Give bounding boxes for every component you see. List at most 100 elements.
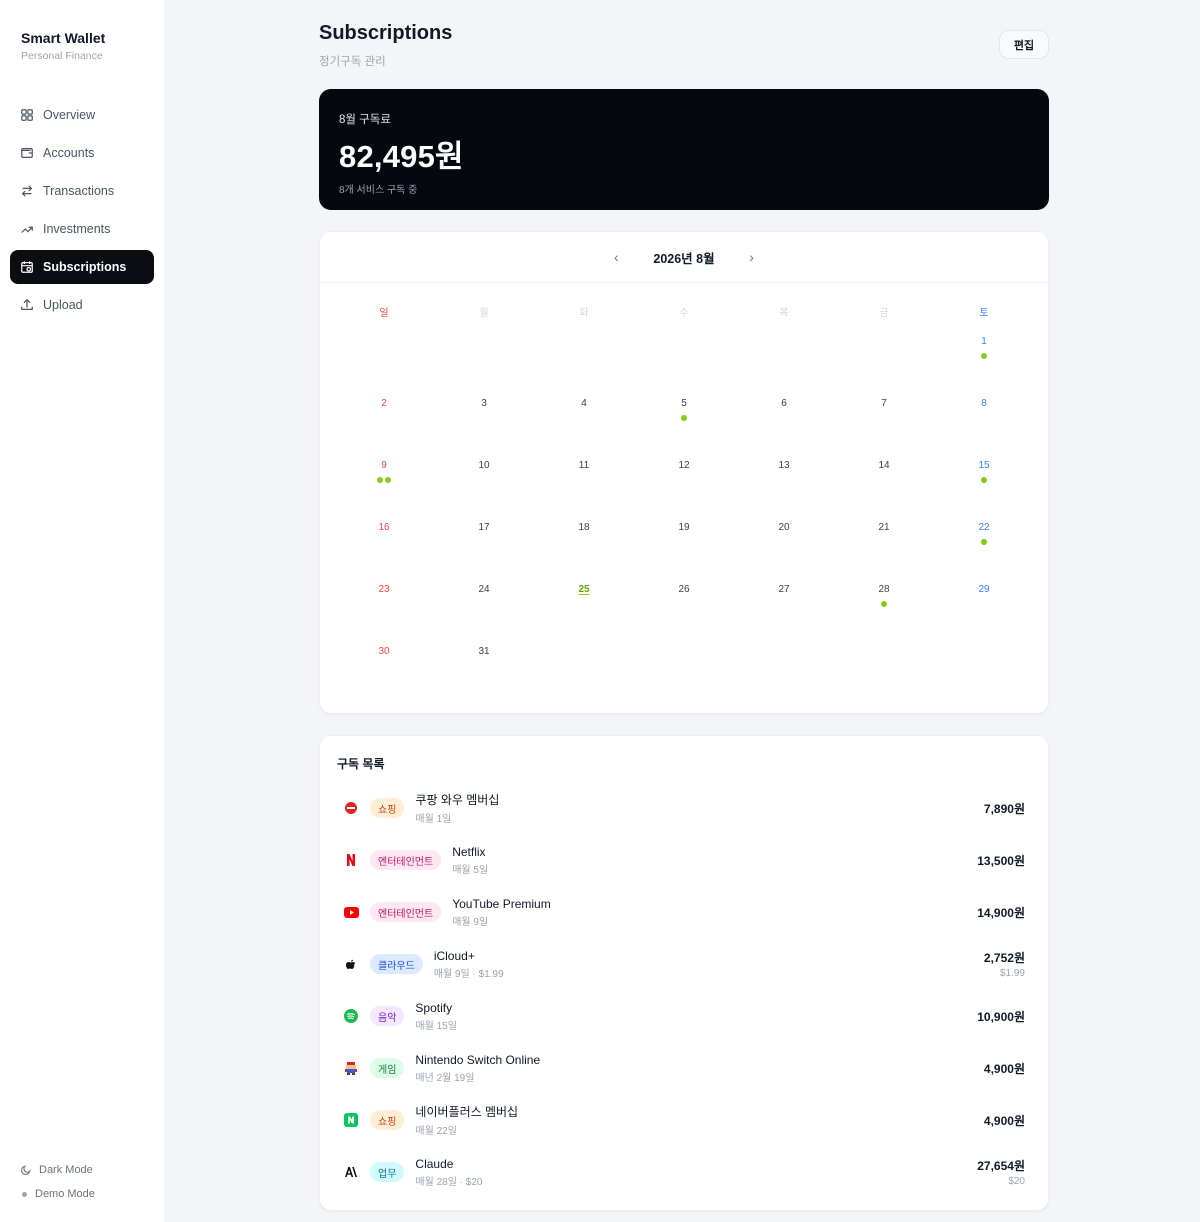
calendar-day[interactable]: 5 (634, 398, 734, 460)
subscription-row[interactable]: 클라우드 iCloud+ 매월 9일 · $1.99 2,752원 $1.99 (343, 944, 1025, 984)
calendar-empty-cell (534, 336, 634, 398)
weekday-label: 금 (879, 308, 889, 319)
calendar-day[interactable]: 29 (934, 584, 1034, 646)
price-krw: 27,654원 (977, 1159, 1025, 1173)
payment-dots (534, 539, 634, 545)
calendar-day[interactable]: 14 (834, 460, 934, 522)
subscription-row[interactable]: 엔터테인먼트 Netflix 매월 5일 13,500원 (343, 840, 1025, 880)
calendar-day[interactable]: 30 (334, 646, 434, 708)
sidebar-item-transactions[interactable]: Transactions (10, 174, 154, 208)
calendar-empty-cell (734, 336, 834, 398)
summary-label: 8월 구독료 (339, 114, 391, 126)
weekday-label: 토 (979, 308, 989, 319)
calendar-day[interactable]: 21 (834, 522, 934, 584)
subscription-row[interactable]: 쇼핑 쿠팡 와우 멤버십 매월 1일 7,890원 (343, 788, 1025, 828)
sidebar-item-accounts[interactable]: Accounts (10, 136, 154, 170)
payment-dots (734, 477, 834, 483)
calendar-day[interactable]: 13 (734, 460, 834, 522)
calendar-weekdays: 일 월 화 수 목 금 토 (334, 304, 1034, 319)
calendar-day-number: 26 (678, 584, 690, 595)
calendar-day[interactable]: 20 (734, 522, 834, 584)
calendar-day[interactable]: 7 (834, 398, 934, 460)
calendar-day[interactable]: 12 (634, 460, 734, 522)
payment-dots (934, 477, 1034, 483)
calendar-day-number: 16 (378, 522, 390, 533)
payment-dots (634, 539, 734, 545)
calendar-day[interactable]: 15 (934, 460, 1034, 522)
billing-cycle: 매월 9일 · $1.99 (433, 968, 504, 980)
calendar-day[interactable]: 24 (434, 584, 534, 646)
calendar-day[interactable]: 10 (434, 460, 534, 522)
apple-icon (343, 956, 359, 972)
calendar-day[interactable]: 17 (434, 522, 534, 584)
subscription-row[interactable]: 엔터테인먼트 YouTube Premium 매월 9일 14,900원 (343, 892, 1025, 932)
calendar-day[interactable]: 3 (434, 398, 534, 460)
calendar-empty-cell (634, 336, 734, 398)
payment-dots (334, 601, 434, 607)
calendar-day-number: 30 (378, 646, 390, 657)
swap-icon (21, 185, 33, 197)
category-badge: 클라우드 (370, 954, 423, 974)
calendar-day-number: 31 (478, 646, 490, 657)
subscription-row[interactable]: 쇼핑 네이버플러스 멤버십 매월 22일 4,900원 (343, 1100, 1025, 1140)
calendar-day[interactable]: 27 (734, 584, 834, 646)
subscription-row[interactable]: 게임 Nintendo Switch Online 매년 2월 19일 4,900… (343, 1048, 1025, 1088)
calendar-day-number: 6 (781, 398, 787, 409)
calendar-day[interactable]: 11 (534, 460, 634, 522)
category-badge: 게임 (370, 1058, 405, 1078)
payment-dots (934, 415, 1034, 421)
service-name: YouTube Premium (452, 896, 551, 911)
calendar-day[interactable]: 23 (334, 584, 434, 646)
calendar-day[interactable]: 6 (734, 398, 834, 460)
calendar-empty-cell (334, 336, 434, 398)
payment-dots (334, 477, 434, 483)
calendar-day[interactable]: 9 (334, 460, 434, 522)
calendar-day-number: 8 (981, 398, 987, 409)
sidebar-item-label: Transactions (43, 184, 115, 198)
edit-button[interactable]: 편집 (999, 30, 1049, 59)
chevron-right-icon[interactable]: › (745, 249, 759, 265)
calendar-day[interactable]: 25 (534, 584, 634, 646)
sidebar-item-upload[interactable]: Upload (10, 288, 154, 322)
payment-dot (881, 601, 887, 607)
billing-cycle: 매월 28일 · $20 (415, 1176, 483, 1188)
calendar-day[interactable]: 8 (934, 398, 1034, 460)
calendar-day-number: 5 (681, 398, 687, 409)
sidebar-item-subscriptions[interactable]: Subscriptions (10, 250, 154, 284)
sidebar-item-overview[interactable]: Overview (10, 98, 154, 132)
calendar-day[interactable]: 31 (434, 646, 534, 708)
calendar-day-number: 3 (481, 398, 487, 409)
sidebar-item-investments[interactable]: Investments (10, 212, 154, 246)
calendar-empty-cell (834, 336, 934, 398)
calendar-day[interactable]: 2 (334, 398, 434, 460)
billing-cycle: 매년 2월 19일 (415, 1072, 475, 1084)
calendar-day[interactable]: 4 (534, 398, 634, 460)
calendar-day[interactable]: 22 (934, 522, 1034, 584)
calendar-day[interactable]: 26 (634, 584, 734, 646)
calendar-day[interactable]: 28 (834, 584, 934, 646)
payment-dots (634, 601, 734, 607)
calendar-day[interactable]: 1 (934, 336, 1034, 398)
service-name: Nintendo Switch Online (415, 1052, 541, 1067)
calendar-day[interactable]: 18 (534, 522, 634, 584)
chevron-left-icon[interactable]: ‹ (609, 249, 623, 265)
subscription-row[interactable]: 음악 Spotify 매월 15일 10,900원 (343, 996, 1025, 1036)
coupang-icon (343, 800, 359, 816)
calendar-day-number: 12 (678, 460, 690, 471)
price-usd: $20 (1008, 1176, 1025, 1187)
calendar-day-number: 2 (381, 398, 387, 409)
grid-icon (21, 109, 33, 121)
subscription-row[interactable]: 업무 Claude 매월 28일 · $20 27,654원 $20 (343, 1152, 1025, 1192)
trend-up-icon (21, 226, 33, 233)
price-krw: 13,500원 (977, 853, 1025, 868)
sidebar-footer: Dark Mode Demo Mode (20, 1158, 95, 1206)
calendar-card: ‹ 2026년 8월 › 일 월 화 수 목 금 토 1 2 3 4 5 6 7 8 9 10 11… (319, 231, 1049, 714)
sidebar-nav: Overview Accounts Transactions Investmen… (10, 98, 154, 326)
calendar-day-number: 19 (678, 522, 690, 533)
calendar-day-number: 22 (978, 522, 990, 533)
price-krw: 7,890원 (983, 801, 1025, 816)
calendar-day[interactable]: 16 (334, 522, 434, 584)
dark-mode-toggle[interactable]: Dark Mode (20, 1158, 95, 1182)
demo-mode-toggle[interactable]: Demo Mode (20, 1182, 95, 1206)
calendar-day[interactable]: 19 (634, 522, 734, 584)
